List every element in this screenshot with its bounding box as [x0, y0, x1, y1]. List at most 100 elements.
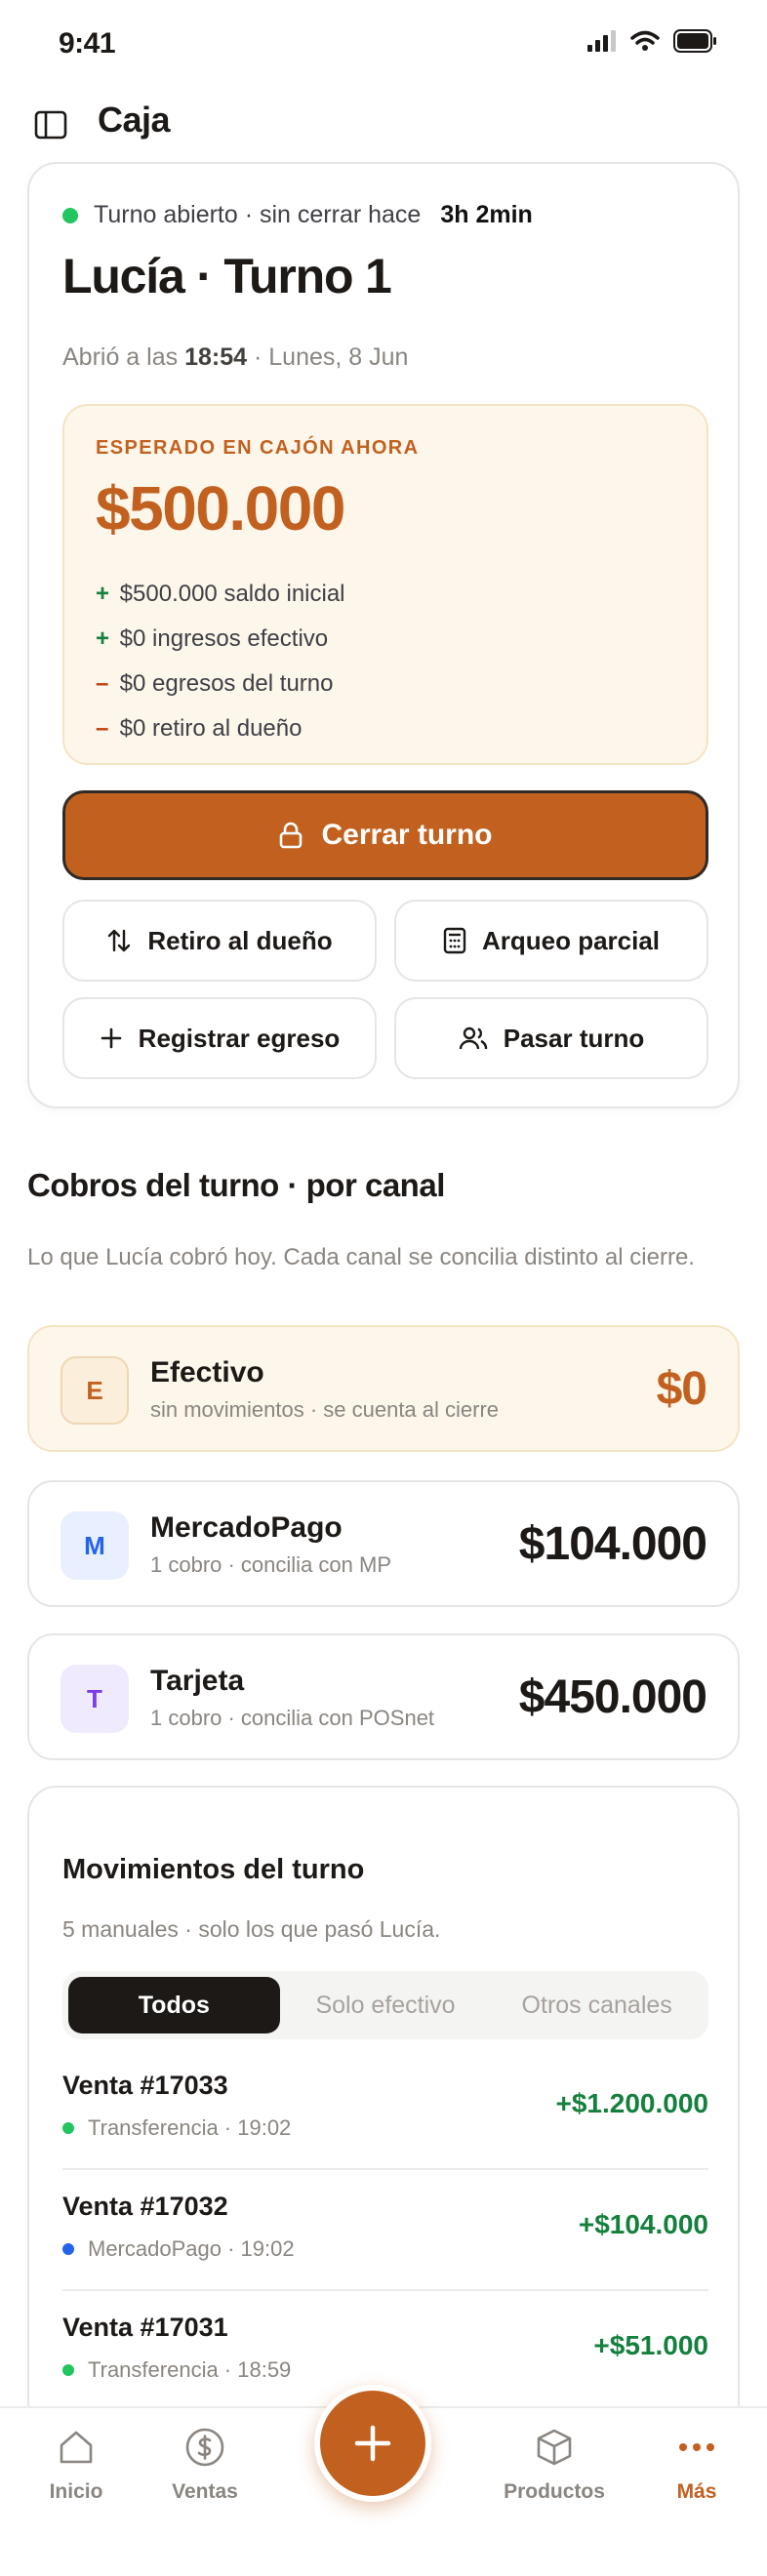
- channel-name: MercadoPago: [150, 1511, 343, 1544]
- channels-section-subtitle: Lo que Lucía cobró hoy. Cada canal se co…: [27, 1244, 695, 1270]
- channel-name: Tarjeta: [150, 1665, 245, 1697]
- movement-amount: +$51.000: [593, 2330, 708, 2360]
- register-expense-label: Registrar egreso: [138, 1023, 341, 1053]
- movement-meta-text: MercadoPago · 19:02: [88, 2236, 295, 2261]
- channel-amount: $450.000: [518, 1671, 707, 1723]
- channel-dot: [62, 2364, 74, 2376]
- channel-badge: M: [61, 1511, 129, 1580]
- movement-row[interactable]: Venta #17033 Transferencia · 19:02 +$1.2…: [62, 2049, 708, 2170]
- breakdown-sign: +: [96, 625, 110, 652]
- tab-todos[interactable]: Todos: [68, 1977, 280, 2033]
- movement-name: Venta #17031: [62, 2313, 228, 2342]
- status-time: 9:41: [59, 27, 116, 60]
- shift-opened-info: Abrió a las 18:54 · Lunes, 8 Jun: [62, 343, 408, 372]
- channel-amount: $0: [656, 1363, 707, 1415]
- nav-label: Ventas: [172, 2480, 238, 2503]
- breakdown-sign: –: [96, 670, 109, 697]
- movements-filter-tabs: Todos Solo efectivo Otros canales: [62, 1971, 708, 2039]
- sidebar-toggle-button[interactable]: [29, 103, 72, 146]
- breakdown-line: – $0 retiro al dueño: [96, 706, 345, 751]
- channels-section-title: Cobros del turno · por canal: [27, 1167, 445, 1203]
- movement-amount: +$1.200.000: [555, 2088, 709, 2118]
- plus-icon: [101, 1027, 121, 1049]
- breakdown-sign: –: [96, 715, 109, 742]
- expected-breakdown: + $500.000 saldo inicial + $0 ingresos e…: [96, 572, 345, 751]
- movement-meta: Transferencia · 18:59: [62, 2357, 291, 2383]
- channel-card-tarjeta[interactable]: T Tarjeta 1 cobro · concilia con POSnet …: [27, 1633, 740, 1760]
- shift-card: Turno abierto · sin cerrar hace 3h 2min …: [27, 162, 740, 1108]
- channel-name: Efectivo: [150, 1356, 264, 1389]
- dollar-icon: [185, 2428, 224, 2467]
- opened-time: 18:54: [184, 343, 248, 371]
- register-expense-button[interactable]: Registrar egreso: [62, 997, 377, 1079]
- movements-subtitle: 5 manuales · solo los que pasó Lucía.: [62, 1916, 441, 1942]
- tab-solo-efectivo[interactable]: Solo efectivo: [280, 1977, 492, 2033]
- more-icon: [679, 2443, 714, 2451]
- expected-amount: $500.000: [96, 473, 345, 543]
- shift-duration: 3h 2min: [440, 201, 533, 228]
- channel-card-cash[interactable]: E Efectivo sin movimientos · se cuenta a…: [27, 1325, 740, 1452]
- app-header: Caja: [0, 94, 767, 162]
- new-sale-fab-button[interactable]: [314, 2385, 431, 2502]
- channel-meta: 1 cobro · concilia con MP: [150, 1552, 391, 1577]
- sidebar-icon: [34, 110, 67, 140]
- nav-item-ventas[interactable]: Ventas: [146, 2424, 263, 2504]
- signal-icon: [587, 30, 616, 52]
- page-title: Caja: [98, 100, 171, 140]
- breakdown-text: $0 ingresos efectivo: [119, 625, 329, 652]
- channel-amount: $104.000: [518, 1518, 707, 1570]
- nav-item-inicio[interactable]: Inicio: [18, 2424, 135, 2504]
- status-bar: 9:41: [0, 0, 767, 94]
- tab-otros-canales[interactable]: Otros canales: [491, 1977, 703, 2033]
- plus-icon: [354, 2425, 391, 2462]
- channel-dot: [62, 2122, 74, 2134]
- nav-item-mas[interactable]: Más: [638, 2424, 755, 2504]
- withdraw-owner-button[interactable]: Retiro al dueño: [62, 900, 377, 982]
- close-shift-label: Cerrar turno: [321, 819, 493, 851]
- channel-dot: [62, 2243, 74, 2255]
- channel-meta: 1 cobro · concilia con POSnet: [150, 1706, 435, 1730]
- users-icon: [459, 1026, 487, 1050]
- partial-count-label: Arqueo parcial: [481, 925, 661, 955]
- breakdown-line: + $500.000 saldo inicial: [96, 572, 345, 617]
- opened-suffix: · Lunes, 8 Jun: [253, 343, 409, 371]
- shift-status: Turno abierto · sin cerrar hace 3h 2min: [62, 201, 533, 229]
- status-dot: [62, 207, 78, 223]
- shift-title: Lucía · Turno 1: [62, 249, 392, 303]
- calculator-icon: [443, 927, 466, 954]
- breakdown-text: $0 egresos del turno: [119, 670, 334, 697]
- handover-shift-button[interactable]: Pasar turno: [394, 997, 708, 1079]
- movement-amount: +$104.000: [578, 2209, 708, 2239]
- movement-meta: Transferencia · 19:02: [62, 2115, 291, 2141]
- partial-count-button[interactable]: Arqueo parcial: [394, 900, 708, 982]
- breakdown-text: $0 retiro al dueño: [119, 715, 303, 742]
- handover-shift-label: Pasar turno: [503, 1023, 645, 1053]
- movement-meta-text: Transferencia · 18:59: [88, 2357, 292, 2382]
- movement-name: Venta #17032: [62, 2192, 228, 2221]
- breakdown-text: $500.000 saldo inicial: [119, 581, 345, 607]
- battery-icon: [673, 29, 716, 53]
- expected-cash-panel: ESPERADO EN CAJÓN AHORA $500.000 + $500.…: [62, 404, 708, 765]
- shift-status-text: Turno abierto · sin cerrar hace: [94, 201, 422, 228]
- movements-title: Movimientos del turno: [62, 1854, 365, 1885]
- box-icon: [537, 2429, 572, 2466]
- channel-meta: sin movimientos · se cuenta al cierre: [150, 1397, 500, 1422]
- lock-icon: [280, 822, 303, 849]
- wifi-icon: [630, 30, 660, 51]
- swap-vertical-icon: [108, 929, 131, 952]
- movement-meta: MercadoPago · 19:02: [62, 2236, 295, 2262]
- breakdown-line: + $0 ingresos efectivo: [96, 617, 345, 662]
- withdraw-owner-label: Retiro al dueño: [147, 925, 333, 955]
- nav-label: Más: [676, 2480, 717, 2503]
- nav-label: Productos: [504, 2480, 605, 2503]
- channel-badge: E: [61, 1356, 129, 1425]
- close-shift-button[interactable]: Cerrar turno: [62, 790, 708, 880]
- channel-card-mercadopago[interactable]: M MercadoPago 1 cobro · concilia con MP …: [27, 1480, 740, 1607]
- nav-item-productos[interactable]: Productos: [496, 2424, 613, 2504]
- expected-label: ESPERADO EN CAJÓN AHORA: [96, 437, 420, 459]
- nav-label: Inicio: [49, 2480, 103, 2503]
- status-icons: [587, 29, 718, 53]
- opened-prefix: Abrió a las: [62, 343, 179, 371]
- home-icon: [60, 2431, 93, 2464]
- movement-row[interactable]: Venta #17032 MercadoPago · 19:02 +$104.0…: [62, 2170, 708, 2291]
